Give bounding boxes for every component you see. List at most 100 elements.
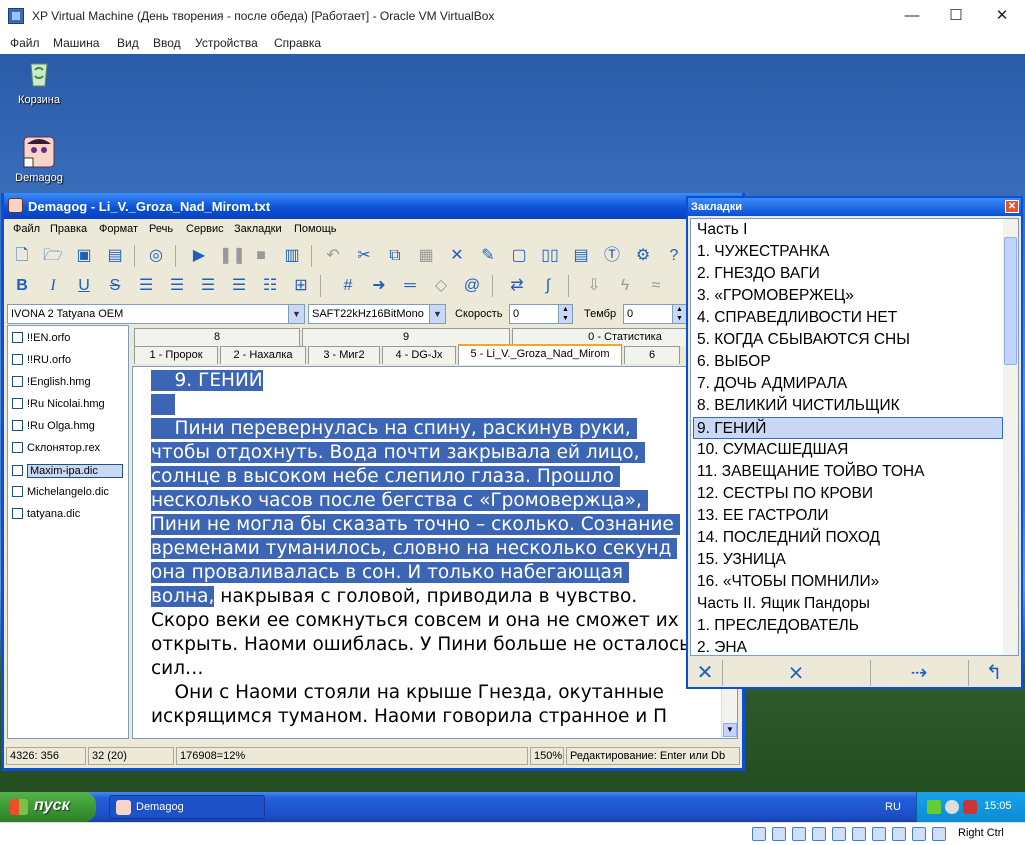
tab-active-document[interactable]: 5 - Li_V._Groza_Nad_Mirom bbox=[458, 344, 622, 365]
italic-icon[interactable]: I bbox=[42, 275, 64, 297]
scroll-thumb[interactable] bbox=[1004, 237, 1017, 365]
virtualization-icon[interactable] bbox=[912, 827, 926, 841]
align-justify-icon[interactable]: ☰ bbox=[228, 275, 250, 297]
edit-icon[interactable]: ✎ bbox=[477, 245, 499, 267]
security-shield-icon[interactable] bbox=[963, 800, 977, 814]
bookmark-item[interactable]: 6. ВЫБОР bbox=[697, 351, 771, 373]
bookmark-item[interactable]: 2. ГНЕЗДО ВАГИ bbox=[697, 263, 820, 285]
bookmarks-scrollbar[interactable] bbox=[1003, 219, 1018, 655]
host-menu-help[interactable]: Справка bbox=[274, 36, 321, 50]
checkbox[interactable] bbox=[12, 376, 23, 387]
return-icon[interactable]: ↰ bbox=[970, 660, 1018, 686]
equals-icon[interactable]: ═ bbox=[399, 275, 421, 297]
go-to-bookmark-icon[interactable]: ⇢ bbox=[872, 660, 966, 686]
integral-icon[interactable]: ∫ bbox=[537, 275, 559, 297]
pause-icon[interactable]: ❚❚ bbox=[219, 245, 246, 267]
host-menu-devices[interactable]: Устройства bbox=[195, 36, 258, 50]
bookmark-item[interactable]: 1. ЧУЖЕСТРАНКА bbox=[697, 241, 829, 263]
text-icon[interactable]: Ⓣ bbox=[601, 245, 623, 267]
new-file-icon[interactable]: 🗋 bbox=[11, 245, 33, 267]
checkbox[interactable] bbox=[12, 486, 23, 497]
shared-folder-icon[interactable] bbox=[852, 827, 866, 841]
list-item[interactable]: !!RU.orfo bbox=[12, 354, 71, 372]
tab-dg-jx[interactable]: 4 - DG-Jx bbox=[382, 346, 456, 364]
gear-icon[interactable]: ⚙ bbox=[632, 245, 654, 267]
align-left-icon[interactable]: ☰ bbox=[135, 275, 157, 297]
menu-edit[interactable]: Правка bbox=[50, 223, 87, 235]
at-icon[interactable]: @ bbox=[461, 275, 483, 297]
play-icon[interactable]: ▶ bbox=[188, 245, 210, 267]
bookmark-item[interactable]: 7. ДОЧЬ АДМИРАЛА bbox=[697, 373, 847, 395]
bookmark-item[interactable]: 3. «ГРОМОВЕРЖЕЦ» bbox=[697, 285, 854, 307]
tab-prorok[interactable]: 1 - Пророк bbox=[134, 346, 218, 364]
volume-icon[interactable] bbox=[945, 800, 959, 814]
close-button[interactable]: ✕ bbox=[982, 4, 1022, 28]
desktop-icon-recycle-bin[interactable]: Корзина bbox=[4, 58, 74, 106]
bookmark-item[interactable]: 5. КОГДА СБЫВАЮТСЯ СНЫ bbox=[697, 329, 910, 351]
host-menu-input[interactable]: Ввод bbox=[153, 36, 181, 50]
bookmark-item[interactable]: 16. «ЧТОБЫ ПОМНИЛИ» bbox=[697, 571, 879, 593]
host-menu-view[interactable]: Вид bbox=[117, 36, 139, 50]
checkbox[interactable] bbox=[12, 442, 23, 453]
bookmark-item[interactable]: 11. ЗАВЕЩАНИЕ ТОЙВО ТОНА bbox=[697, 461, 924, 483]
list-icon[interactable]: ☷ bbox=[259, 275, 281, 297]
recording-icon[interactable] bbox=[892, 827, 906, 841]
hash-icon[interactable]: # bbox=[337, 275, 359, 297]
audio-icon[interactable] bbox=[792, 827, 806, 841]
bookmark-item[interactable]: 1. ПРЕСЛЕДОВАТЕЛЬ bbox=[697, 615, 859, 637]
checkbox[interactable] bbox=[12, 398, 23, 409]
frame-icon[interactable]: ▢ bbox=[508, 245, 530, 267]
host-menu-file[interactable]: Файл bbox=[10, 36, 40, 50]
wave-icon[interactable]: ≈ bbox=[645, 275, 667, 297]
diamond-icon[interactable]: ◇ bbox=[430, 275, 452, 297]
help-icon[interactable]: ? bbox=[663, 245, 685, 267]
language-indicator[interactable]: RU bbox=[872, 792, 914, 822]
document-text-area[interactable]: 9. ГЕНИЙ Пини перевернулась на спину, ра… bbox=[132, 366, 738, 739]
menu-format[interactable]: Формат bbox=[99, 223, 138, 235]
document-icon[interactable]: ▤ bbox=[570, 245, 592, 267]
list-item[interactable]: !!EN.orfo bbox=[12, 332, 70, 350]
columns-icon[interactable]: ▯▯ bbox=[539, 245, 561, 267]
table-icon[interactable]: ⊞ bbox=[290, 275, 312, 297]
save-icon[interactable]: ▣ bbox=[73, 245, 95, 267]
cd-icon[interactable]: ◎ bbox=[145, 245, 167, 267]
tab-mig2[interactable]: 3 - Миг2 bbox=[308, 346, 380, 364]
speed-stepper[interactable]: 0 ▲ ▼ bbox=[509, 304, 573, 324]
bookmark-item[interactable]: 15. УЗНИЦА bbox=[697, 549, 786, 571]
timbre-stepper[interactable]: 0 ▲ ▼ bbox=[623, 304, 687, 324]
scroll-down-icon[interactable]: ▼ bbox=[723, 723, 737, 737]
paste-icon[interactable]: ▦ bbox=[415, 245, 437, 267]
list-item-selected[interactable]: Maxim-ipa.dic bbox=[12, 464, 123, 482]
list-item[interactable]: Склонятор.rex bbox=[12, 442, 100, 460]
menu-file[interactable]: Файл bbox=[13, 223, 40, 235]
optical-drive-icon[interactable] bbox=[772, 827, 786, 841]
tab-nahalka[interactable]: 2 - Нахалка bbox=[220, 346, 306, 364]
start-button[interactable]: пуск bbox=[0, 792, 96, 822]
taskbar-demagog-button[interactable]: Demagog bbox=[109, 795, 265, 819]
menu-speech[interactable]: Речь bbox=[149, 223, 173, 235]
tab-6[interactable]: 6 bbox=[624, 346, 680, 364]
network-icon[interactable] bbox=[927, 800, 941, 814]
stepper-arrows-icon[interactable]: ▲ ▼ bbox=[558, 305, 572, 323]
checkbox[interactable] bbox=[12, 508, 23, 519]
delete-icon[interactable]: ✕ bbox=[446, 245, 468, 267]
menu-service[interactable]: Сервис bbox=[186, 223, 224, 235]
arrow-right-icon[interactable]: ➜ bbox=[368, 275, 390, 297]
desktop-icon-demagog[interactable]: Demagog bbox=[4, 136, 74, 184]
bookmark-item[interactable]: 13. ЕЕ ГАСТРОЛИ bbox=[697, 505, 829, 527]
checkbox[interactable] bbox=[12, 465, 23, 476]
bookmark-item[interactable]: Часть II. Ящик Пандоры bbox=[697, 593, 870, 615]
mouse-integration-icon[interactable] bbox=[932, 827, 946, 841]
bold-icon[interactable]: B bbox=[11, 275, 33, 297]
bookmark-item-selected[interactable]: 9. ГЕНИЙ bbox=[693, 417, 1003, 439]
delete-bookmark-icon[interactable]: ✕ bbox=[690, 660, 720, 686]
bookmark-item[interactable]: 14. ПОСЛЕДНИЙ ПОХОД bbox=[697, 527, 880, 549]
list-item[interactable]: Michelangelo.dic bbox=[12, 486, 109, 504]
checkbox[interactable] bbox=[12, 420, 23, 431]
menu-bookmarks[interactable]: Закладки bbox=[234, 223, 282, 235]
display-icon[interactable] bbox=[872, 827, 886, 841]
host-menu-machine[interactable]: Машина bbox=[53, 36, 99, 50]
list-item[interactable]: !Ru Nicolai.hmg bbox=[12, 398, 105, 416]
lightning-icon[interactable]: ϟ bbox=[614, 275, 636, 297]
voice-select[interactable]: IVONA 2 Tatyana OEM ▼ bbox=[7, 304, 305, 324]
